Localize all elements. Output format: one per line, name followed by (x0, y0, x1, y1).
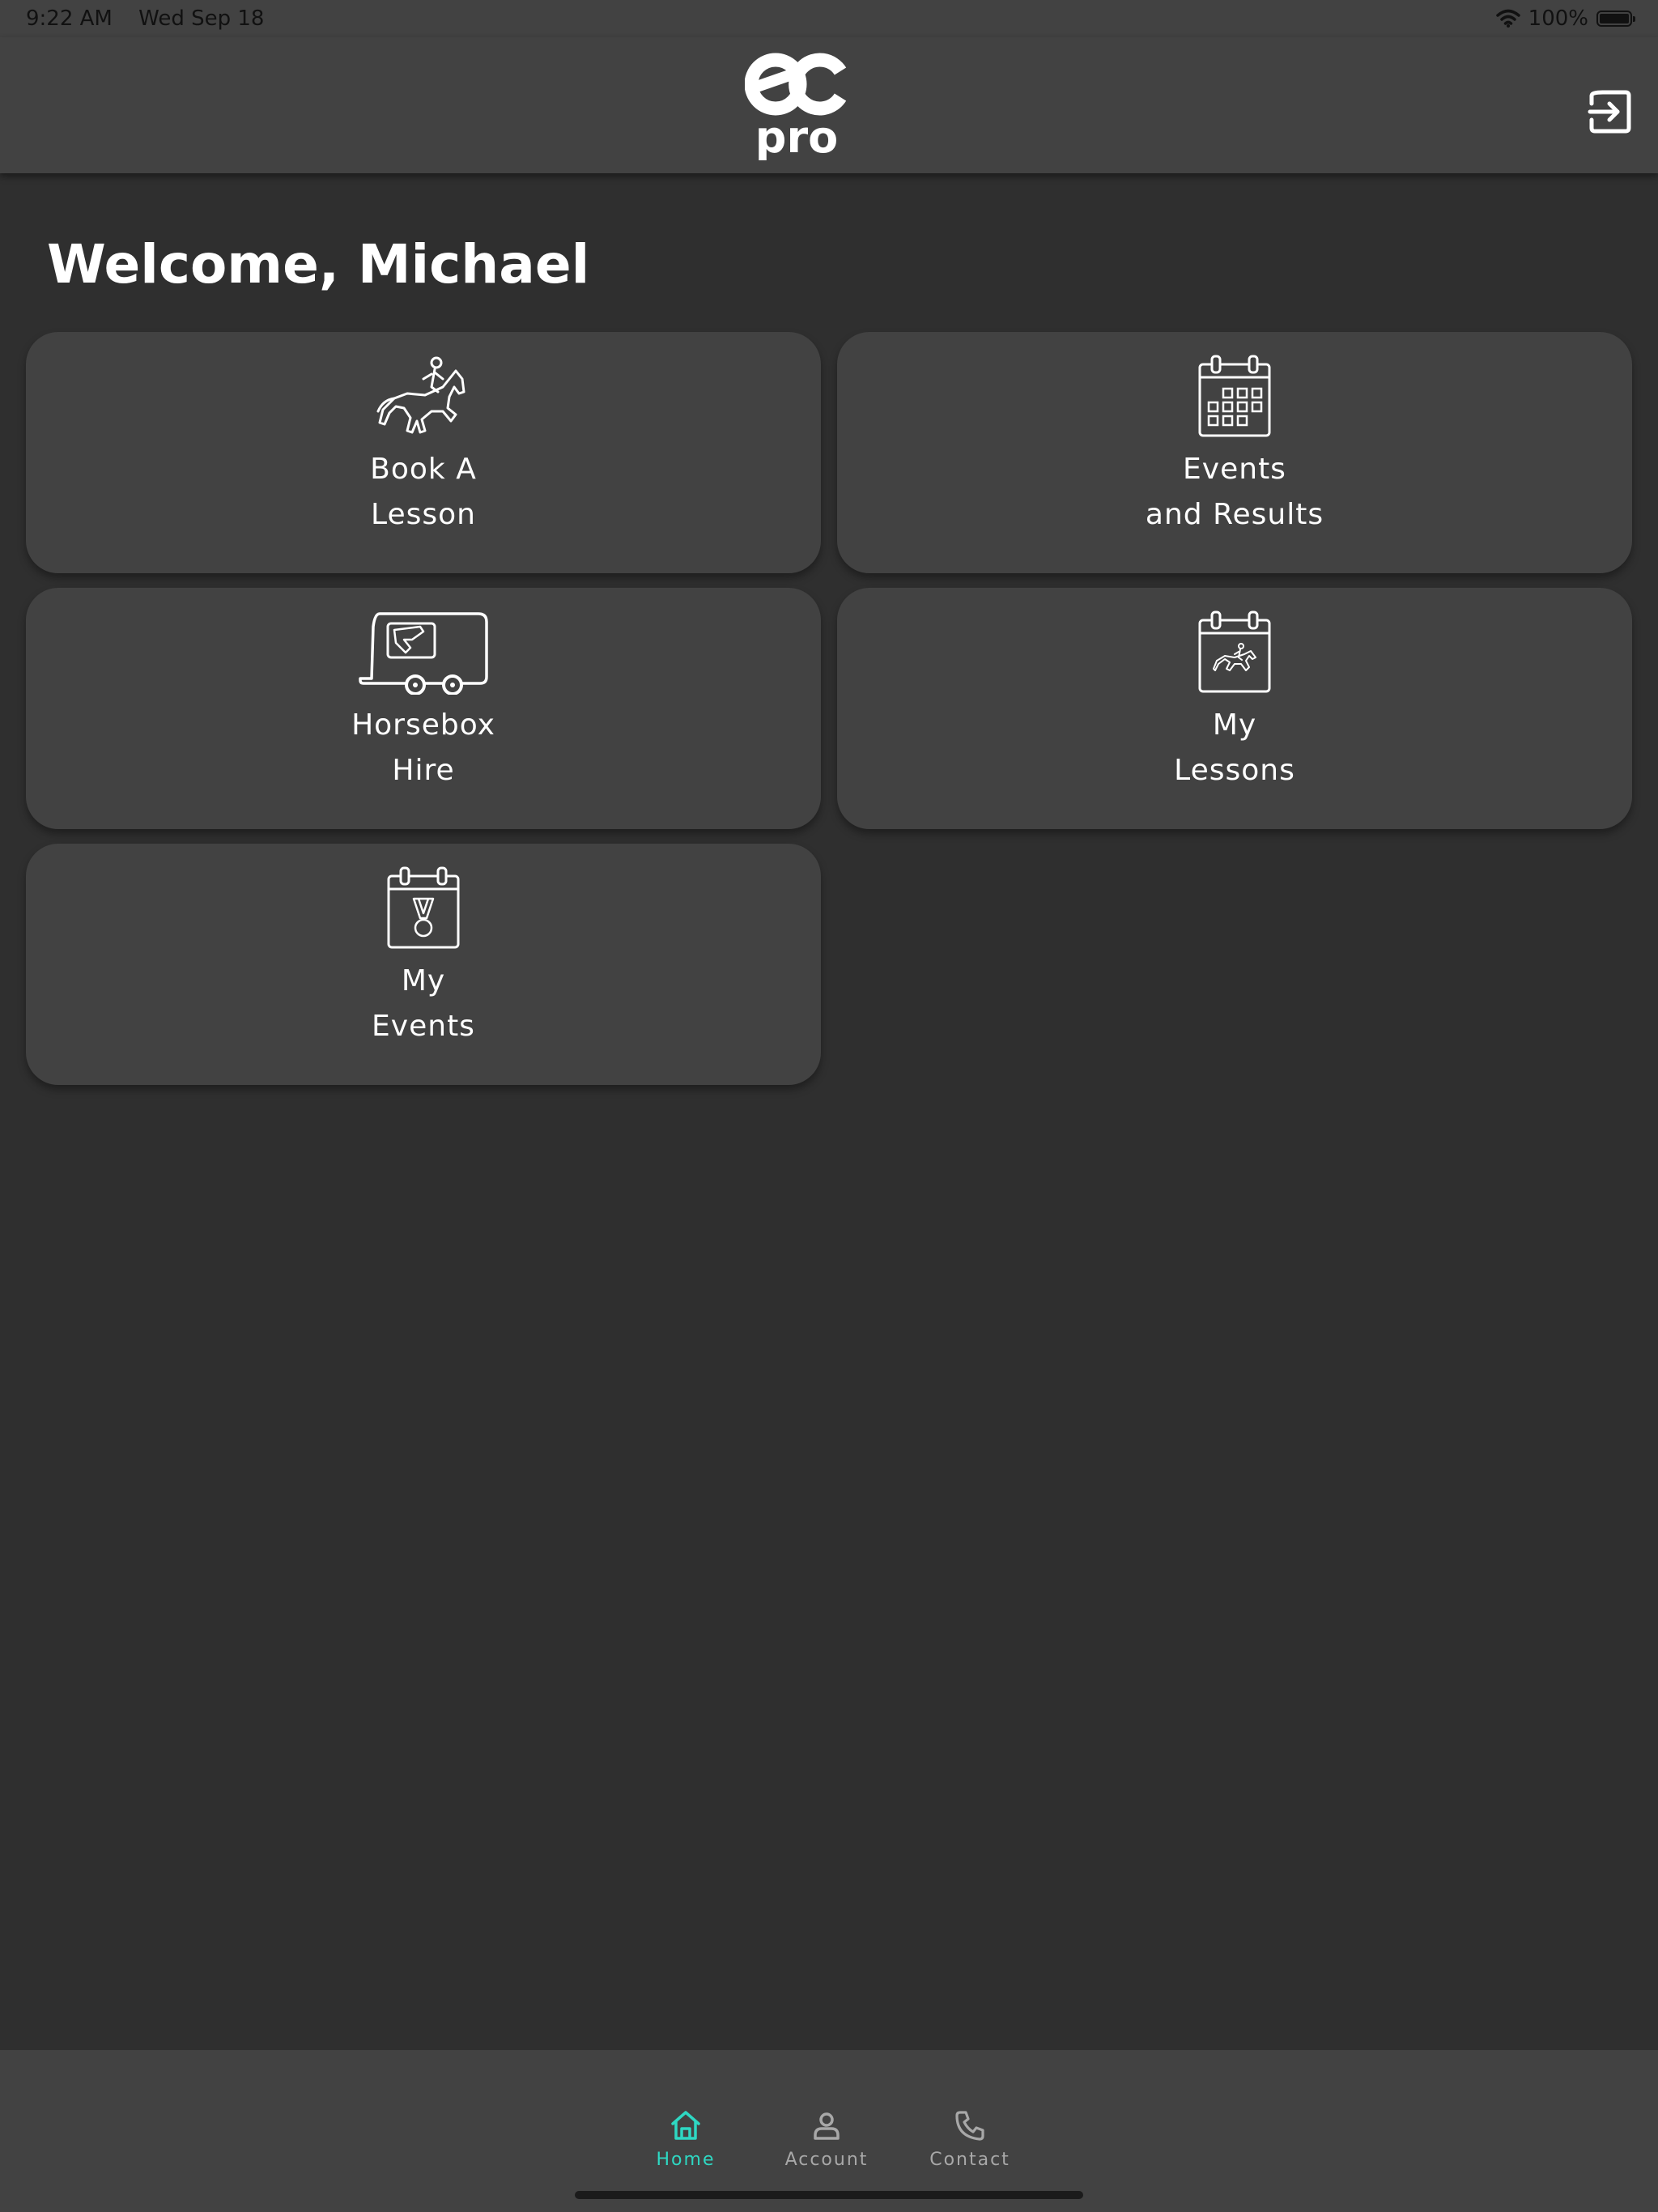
home-indicator (575, 2191, 1083, 2199)
home-icon (671, 2111, 700, 2140)
tile-label-line2: Hire (392, 754, 455, 787)
user-icon (814, 2112, 840, 2140)
calendar-horse-icon (1198, 610, 1271, 693)
nav-home-label: Home (656, 2150, 716, 2170)
tile-label-line2: Lesson (371, 498, 476, 531)
tile-label: Events and Results (837, 447, 1632, 538)
tile-label: Horsebox Hire (26, 703, 821, 793)
tile-label-line1: My (401, 964, 446, 998)
calendar-icon (1198, 355, 1271, 437)
status-time-date: 9:22 AM Wed Sep 18 (26, 6, 264, 31)
tile-label: My Events (26, 959, 821, 1049)
nav-home[interactable]: Home (637, 2109, 734, 2170)
battery-percent: 100% (1528, 6, 1588, 31)
my-events-tile[interactable]: My Events (26, 844, 821, 1085)
tile-label-line1: Book A (370, 453, 477, 486)
nav-contact[interactable]: Contact (921, 2109, 1018, 2170)
tile-label-line1: Horsebox (351, 708, 495, 742)
tile-label: My Lessons (837, 703, 1632, 793)
ec-pro-logo: pro (745, 53, 847, 160)
tile-label-line1: Events (1183, 453, 1286, 486)
app-header: pro (0, 37, 1658, 173)
tile-label-line1: My (1212, 708, 1257, 742)
status-indicators: 100% (1495, 6, 1635, 31)
welcome-heading: Welcome, Michael (47, 233, 590, 296)
wifi-icon (1495, 9, 1520, 28)
status-date: Wed Sep 18 (138, 6, 265, 31)
calendar-medal-icon (387, 866, 460, 949)
tile-label-line2: and Results (1145, 498, 1324, 531)
horsebox-hire-tile[interactable]: Horsebox Hire (26, 588, 821, 829)
my-lessons-tile[interactable]: My Lessons (837, 588, 1632, 829)
logout-icon[interactable] (1585, 87, 1634, 136)
home-screen: 9:22 AM Wed Sep 18 100% pro Welcome, Mic… (0, 0, 1658, 2212)
horsebox-icon (359, 612, 488, 695)
logo-text-pro: pro (755, 112, 838, 160)
status-bar: 9:22 AM Wed Sep 18 100% (0, 0, 1658, 37)
phone-icon (955, 2111, 984, 2141)
nav-contact-label: Contact (929, 2150, 1010, 2170)
events-results-tile[interactable]: Events and Results (837, 332, 1632, 573)
tile-label: Book A Lesson (26, 447, 821, 538)
horse-rider-icon (376, 356, 466, 434)
nav-account-label: Account (784, 2150, 869, 2170)
nav-account[interactable]: Account (778, 2109, 875, 2170)
tile-label-line2: Lessons (1174, 754, 1295, 787)
battery-icon (1596, 11, 1635, 27)
status-time: 9:22 AM (26, 6, 113, 31)
tile-label-line2: Events (372, 1010, 475, 1043)
book-lesson-tile[interactable]: Book A Lesson (26, 332, 821, 573)
